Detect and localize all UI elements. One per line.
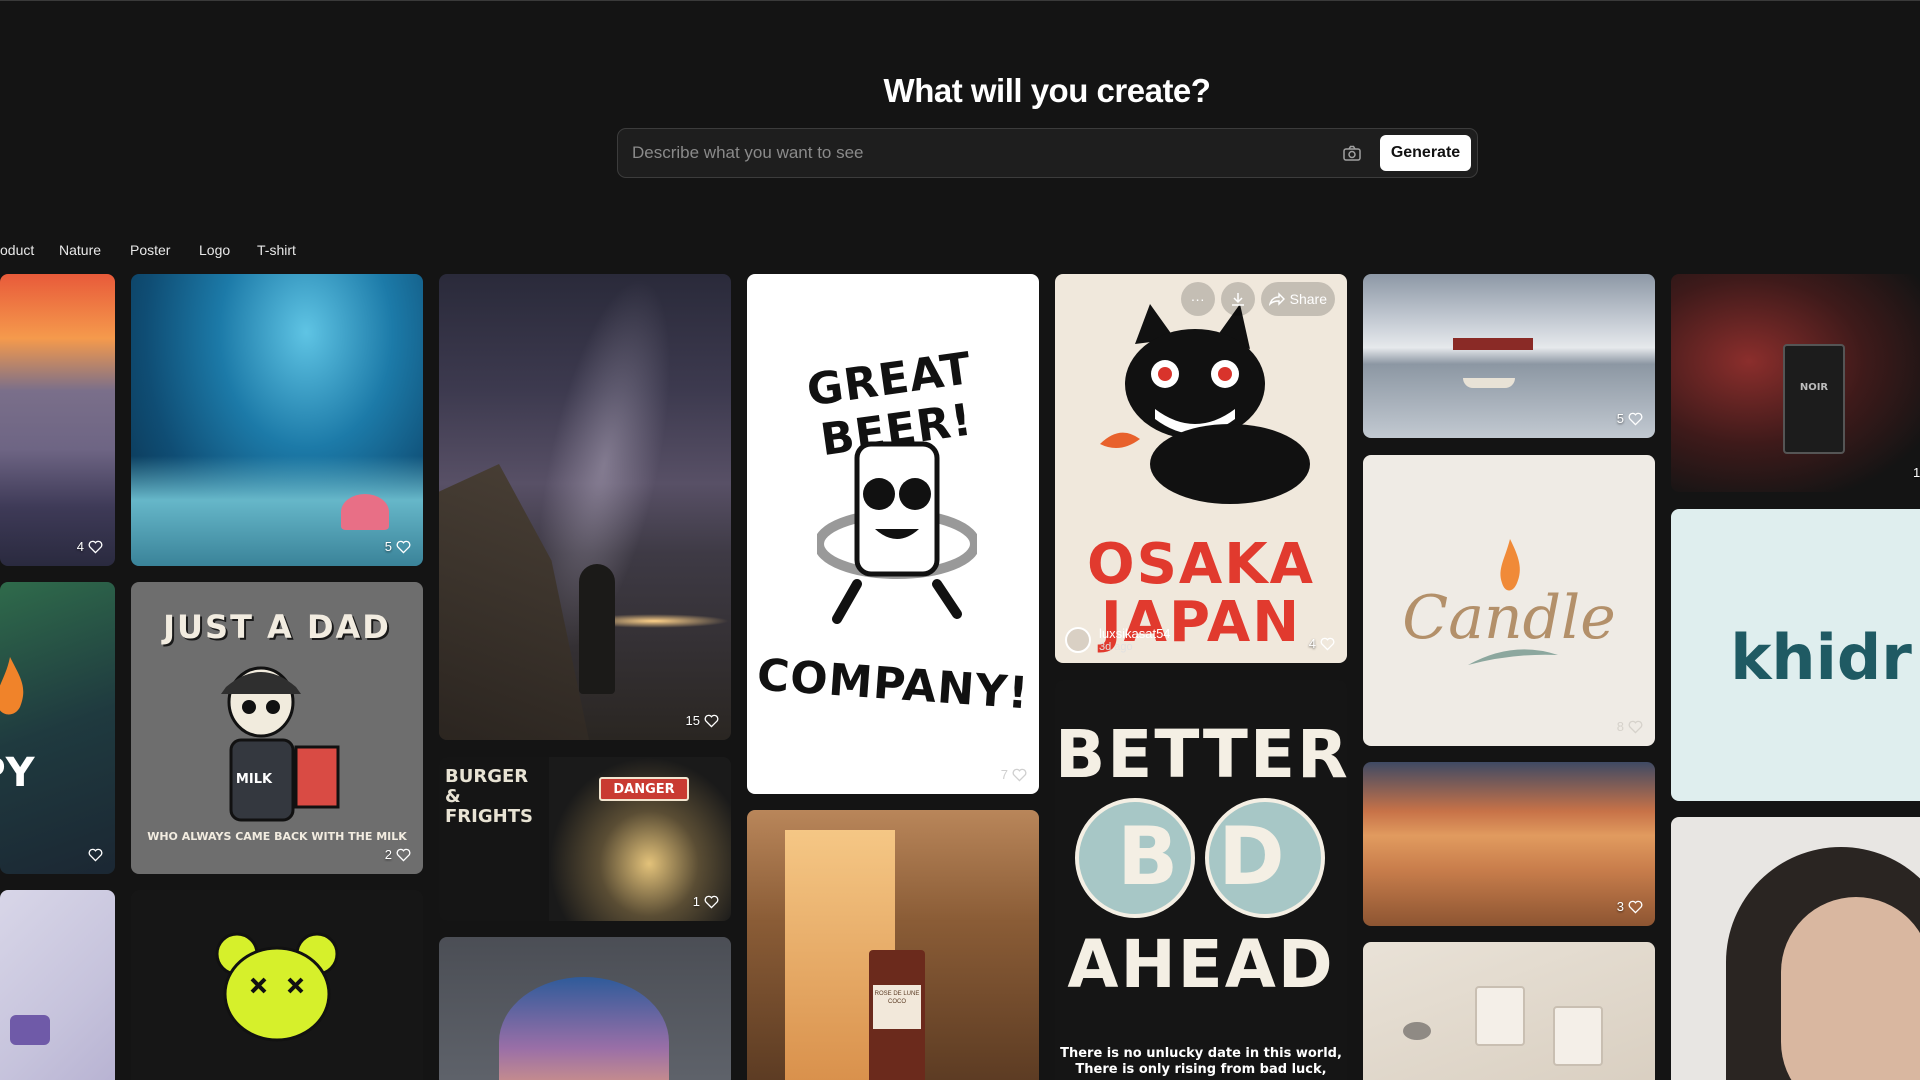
image-tile-underwater-reef[interactable]: 5 bbox=[131, 274, 423, 566]
boat bbox=[1463, 378, 1515, 388]
logo-wordmark: Candle bbox=[1402, 583, 1616, 653]
leaf-swoosh bbox=[1468, 649, 1558, 665]
category-nature[interactable]: Nature bbox=[59, 242, 101, 258]
generate-button[interactable]: Generate bbox=[1380, 135, 1471, 171]
image-tile-green-bear[interactable] bbox=[131, 890, 423, 1080]
like-count[interactable]: 5 bbox=[1617, 411, 1643, 426]
heart-icon bbox=[1320, 637, 1335, 651]
like-count[interactable]: 4 bbox=[1309, 636, 1335, 651]
like-count[interactable]: 15 bbox=[686, 713, 719, 728]
like-count[interactable]: 5 bbox=[385, 539, 411, 554]
poster-tagline: WHO ALWAYS CAME BACK WITH THE MILK bbox=[147, 830, 407, 843]
poster-caption-2: There is only rising from bad luck, bbox=[1075, 1062, 1327, 1077]
coral bbox=[341, 494, 389, 530]
image-tile-burger-frights[interactable]: BURGER & FRIGHTS DANGER 1 bbox=[439, 757, 731, 921]
author-info[interactable]: luxsikasat54 3d ago bbox=[1065, 626, 1171, 653]
poster-line-1: BETTER bbox=[1055, 716, 1347, 793]
beer-can-mascot bbox=[817, 441, 977, 624]
page-title: What will you create? bbox=[883, 72, 1211, 109]
image-tile-green-logo[interactable]: PY bbox=[0, 582, 115, 874]
heart-icon bbox=[1628, 412, 1643, 426]
like-count[interactable]: 7 bbox=[1001, 767, 1027, 782]
image-tile-milky-way[interactable]: 15 bbox=[439, 274, 731, 740]
category-tshirt[interactable]: T-shirt bbox=[257, 242, 296, 258]
image-tile-skeleton-dad[interactable]: JUST A DAD MILK WHO ALWAYS CAME BACK WIT… bbox=[131, 582, 423, 874]
image-tile-candle-logo[interactable]: Candle 8 bbox=[1363, 455, 1655, 746]
carton-label: MILK bbox=[235, 772, 273, 787]
heart-icon bbox=[704, 895, 719, 909]
arch-sky bbox=[499, 977, 669, 1080]
image-tile-desert-dunes[interactable]: 3 bbox=[1363, 762, 1655, 926]
poster-line-3: AHEAD bbox=[1067, 926, 1335, 1003]
category-logo[interactable]: Logo bbox=[199, 242, 230, 258]
face bbox=[1781, 897, 1920, 1080]
like-count[interactable]: 4 bbox=[77, 539, 103, 554]
image-tile-cosmetics[interactable] bbox=[0, 890, 115, 1080]
black-cat-illustration bbox=[1100, 304, 1310, 504]
product-box bbox=[1475, 986, 1525, 1046]
image-tile-winter-lake[interactable]: 5 bbox=[1363, 274, 1655, 438]
category-filter-bar: oduct Nature Poster Logo T-shirt bbox=[0, 238, 400, 264]
image-tile-rock-arch[interactable] bbox=[439, 937, 731, 1080]
like-count[interactable]: 1 bbox=[693, 894, 719, 909]
poster-line-2: BD bbox=[1117, 810, 1325, 903]
flame-icon bbox=[0, 657, 24, 715]
camera-icon[interactable] bbox=[1340, 141, 1364, 165]
image-tile-spa-products[interactable] bbox=[1363, 942, 1655, 1080]
post-time: 3d ago bbox=[1099, 641, 1133, 653]
heart-icon bbox=[1628, 720, 1643, 734]
image-tile-perfume-window[interactable]: ROSE DE LUNE COCO bbox=[747, 810, 1039, 1080]
bear-illustration bbox=[215, 932, 339, 1042]
like-count[interactable]: 1 bbox=[1913, 465, 1920, 480]
person-silhouette bbox=[579, 564, 615, 694]
image-tile-osaka-cat[interactable]: OSAKA JAPAN ··· Share luxsikasat54 3d ag… bbox=[1055, 274, 1347, 663]
logo-text: PY bbox=[0, 750, 35, 796]
bottle-label: ROSE DE LUNE COCO bbox=[873, 985, 921, 1029]
image-tile-better-bd-ahead[interactable]: BETTER BD AHEAD There is no unlucky date… bbox=[1055, 680, 1347, 1080]
like-count[interactable]: 3 bbox=[1617, 899, 1643, 914]
heart-icon bbox=[396, 848, 411, 862]
poster-title: BURGER & FRIGHTS bbox=[445, 766, 533, 827]
heart-icon bbox=[1628, 900, 1643, 914]
share-button[interactable]: Share bbox=[1260, 282, 1335, 316]
image-tile-noir-perfume[interactable]: NOIR 1 bbox=[1671, 274, 1920, 492]
spa-stone bbox=[1403, 1022, 1431, 1040]
bottle-label: NOIR bbox=[1799, 382, 1829, 393]
more-options-icon[interactable]: ··· bbox=[1180, 282, 1215, 316]
image-tile-beach-sunset[interactable]: 4 bbox=[0, 274, 115, 566]
like-count[interactable] bbox=[88, 848, 103, 862]
share-label: Share bbox=[1289, 291, 1327, 307]
author-name[interactable]: luxsikasat54 bbox=[1099, 626, 1171, 641]
image-tile-great-beer[interactable]: GREAT BEER! COMPANY! 7 bbox=[747, 274, 1039, 794]
like-count[interactable]: 8 bbox=[1617, 719, 1643, 734]
tile-actions: ··· Share bbox=[1180, 282, 1335, 316]
download-icon[interactable] bbox=[1220, 282, 1255, 316]
danger-label: DANGER bbox=[613, 782, 675, 797]
category-poster[interactable]: Poster bbox=[130, 242, 170, 258]
image-tile-khidr-logo[interactable]: khidr bbox=[1671, 509, 1920, 801]
prompt-bar: Generate bbox=[617, 128, 1478, 178]
perfume-bottle bbox=[1783, 344, 1845, 454]
heart-icon bbox=[88, 848, 103, 862]
red-houses bbox=[1453, 338, 1533, 350]
poster-title: JUST A DAD bbox=[163, 608, 391, 646]
avatar[interactable] bbox=[1065, 626, 1091, 653]
cream-jar bbox=[10, 1015, 50, 1045]
heart-icon bbox=[396, 540, 411, 554]
skeleton-illustration bbox=[221, 666, 340, 822]
like-count[interactable]: 2 bbox=[385, 847, 411, 862]
poster-city: OSAKA bbox=[1086, 532, 1315, 597]
image-tile-portrait[interactable] bbox=[1671, 817, 1920, 1080]
heart-icon bbox=[704, 714, 719, 728]
poster-caption-1: There is no unlucky date in this world, bbox=[1060, 1046, 1342, 1061]
heart-icon bbox=[88, 540, 103, 554]
product-box bbox=[1553, 1006, 1603, 1066]
category-product[interactable]: oduct bbox=[0, 242, 34, 258]
logo-wordmark: khidr bbox=[1730, 621, 1912, 694]
share-icon bbox=[1268, 292, 1285, 306]
prompt-input[interactable] bbox=[632, 129, 1332, 177]
top-divider bbox=[0, 0, 1920, 1]
poster-headline-bottom: COMPANY! bbox=[755, 649, 1031, 720]
heart-icon bbox=[1012, 768, 1027, 782]
